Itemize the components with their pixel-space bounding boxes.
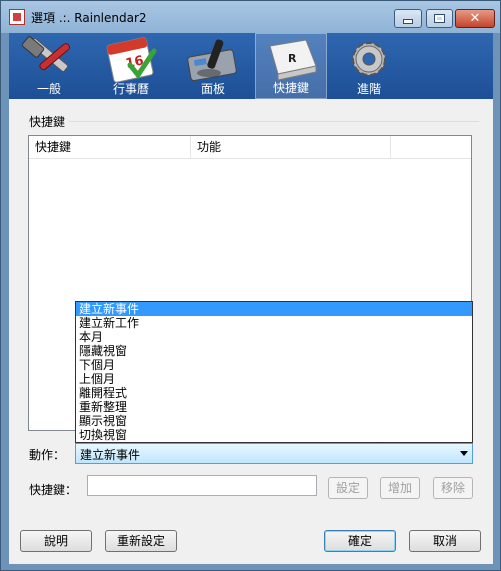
tab-hotkeys[interactable]: R 快捷鍵 [255,33,327,99]
window-title: 選項 .:. Rainlendar2 [31,11,147,25]
help-button[interactable]: 說明 [20,530,92,552]
close-button[interactable]: ✕ [455,9,495,28]
column-empty [391,136,471,158]
shortcut-input[interactable] [87,475,317,496]
tab-calendars-label: 行事曆 [112,82,149,96]
shortcut-label: 快捷鍵： [29,483,78,497]
minimize-icon [403,19,413,24]
tab-advanced[interactable]: 進階 [329,33,409,99]
gear-icon [352,42,386,76]
action-label: 動作： [29,448,66,462]
group-title: 快捷鍵 [29,115,66,129]
dropdown-option[interactable]: 本月 [76,330,472,344]
list-header: 快捷鍵 功能 [29,136,471,159]
maximize-icon [434,14,445,23]
reset-button[interactable]: 重新設定 [105,530,177,552]
options-toolbar: 一般 16 行事曆 面板 R 快捷鍵 進階 [9,33,493,99]
dropdown-option[interactable]: 切換視窗 [76,428,472,442]
tab-general-label: 一般 [36,82,61,96]
tab-skins[interactable]: 面板 [173,33,253,99]
group-divider [69,121,479,122]
remove-button[interactable]: 移除 [433,477,473,499]
action-select[interactable]: 建立新事件 [75,443,473,464]
keyboard-icon: R [269,39,317,81]
rainlendar-app-icon [9,9,25,25]
column-function[interactable]: 功能 [191,136,391,158]
skins-icon [187,39,237,82]
set-button[interactable]: 設定 [328,477,368,499]
keycap-letter: R [288,52,297,65]
minimize-button[interactable] [394,9,422,28]
column-hotkey[interactable]: 快捷鍵 [29,136,191,158]
hotkeys-panel: 快捷鍵 快捷鍵 功能 建立新事件 建立新工作 本月 隱藏視窗 下個月 上個月 離… [9,99,493,564]
title-bar[interactable]: 選項 .:. Rainlendar2 ✕ [1,1,500,33]
tab-calendars[interactable]: 16 行事曆 [91,33,171,99]
tab-advanced-label: 進階 [356,82,381,96]
tools-icon [21,36,70,72]
calendar-icon: 16 [106,37,157,83]
action-select-value: 建立新事件 [80,448,141,462]
tab-skins-label: 面板 [200,82,225,96]
options-window: 選項 .:. Rainlendar2 ✕ 一般 16 行事曆 面板 R 快捷鍵 … [0,0,501,571]
ok-button[interactable]: 確定 [324,530,396,552]
dropdown-option[interactable]: 上個月 [76,372,472,386]
cancel-button[interactable]: 取消 [409,530,481,552]
maximize-button[interactable] [426,9,453,28]
chevron-down-icon [460,451,468,456]
action-dropdown-list[interactable]: 建立新事件 建立新工作 本月 隱藏視窗 下個月 上個月 離開程式 重新整理 顯示… [75,301,473,443]
dropdown-option[interactable]: 隱藏視窗 [76,344,472,358]
tab-hotkeys-label: 快捷鍵 [272,81,309,95]
close-icon: ✕ [469,11,481,26]
dropdown-option[interactable]: 離開程式 [76,386,472,400]
dropdown-option[interactable]: 顯示視窗 [76,414,472,428]
dropdown-option[interactable]: 建立新事件 [76,302,472,316]
dropdown-option[interactable]: 重新整理 [76,400,472,414]
dropdown-option[interactable]: 下個月 [76,358,472,372]
dropdown-option[interactable]: 建立新工作 [76,316,472,330]
tab-general[interactable]: 一般 [9,33,89,99]
add-button[interactable]: 增加 [380,477,420,499]
